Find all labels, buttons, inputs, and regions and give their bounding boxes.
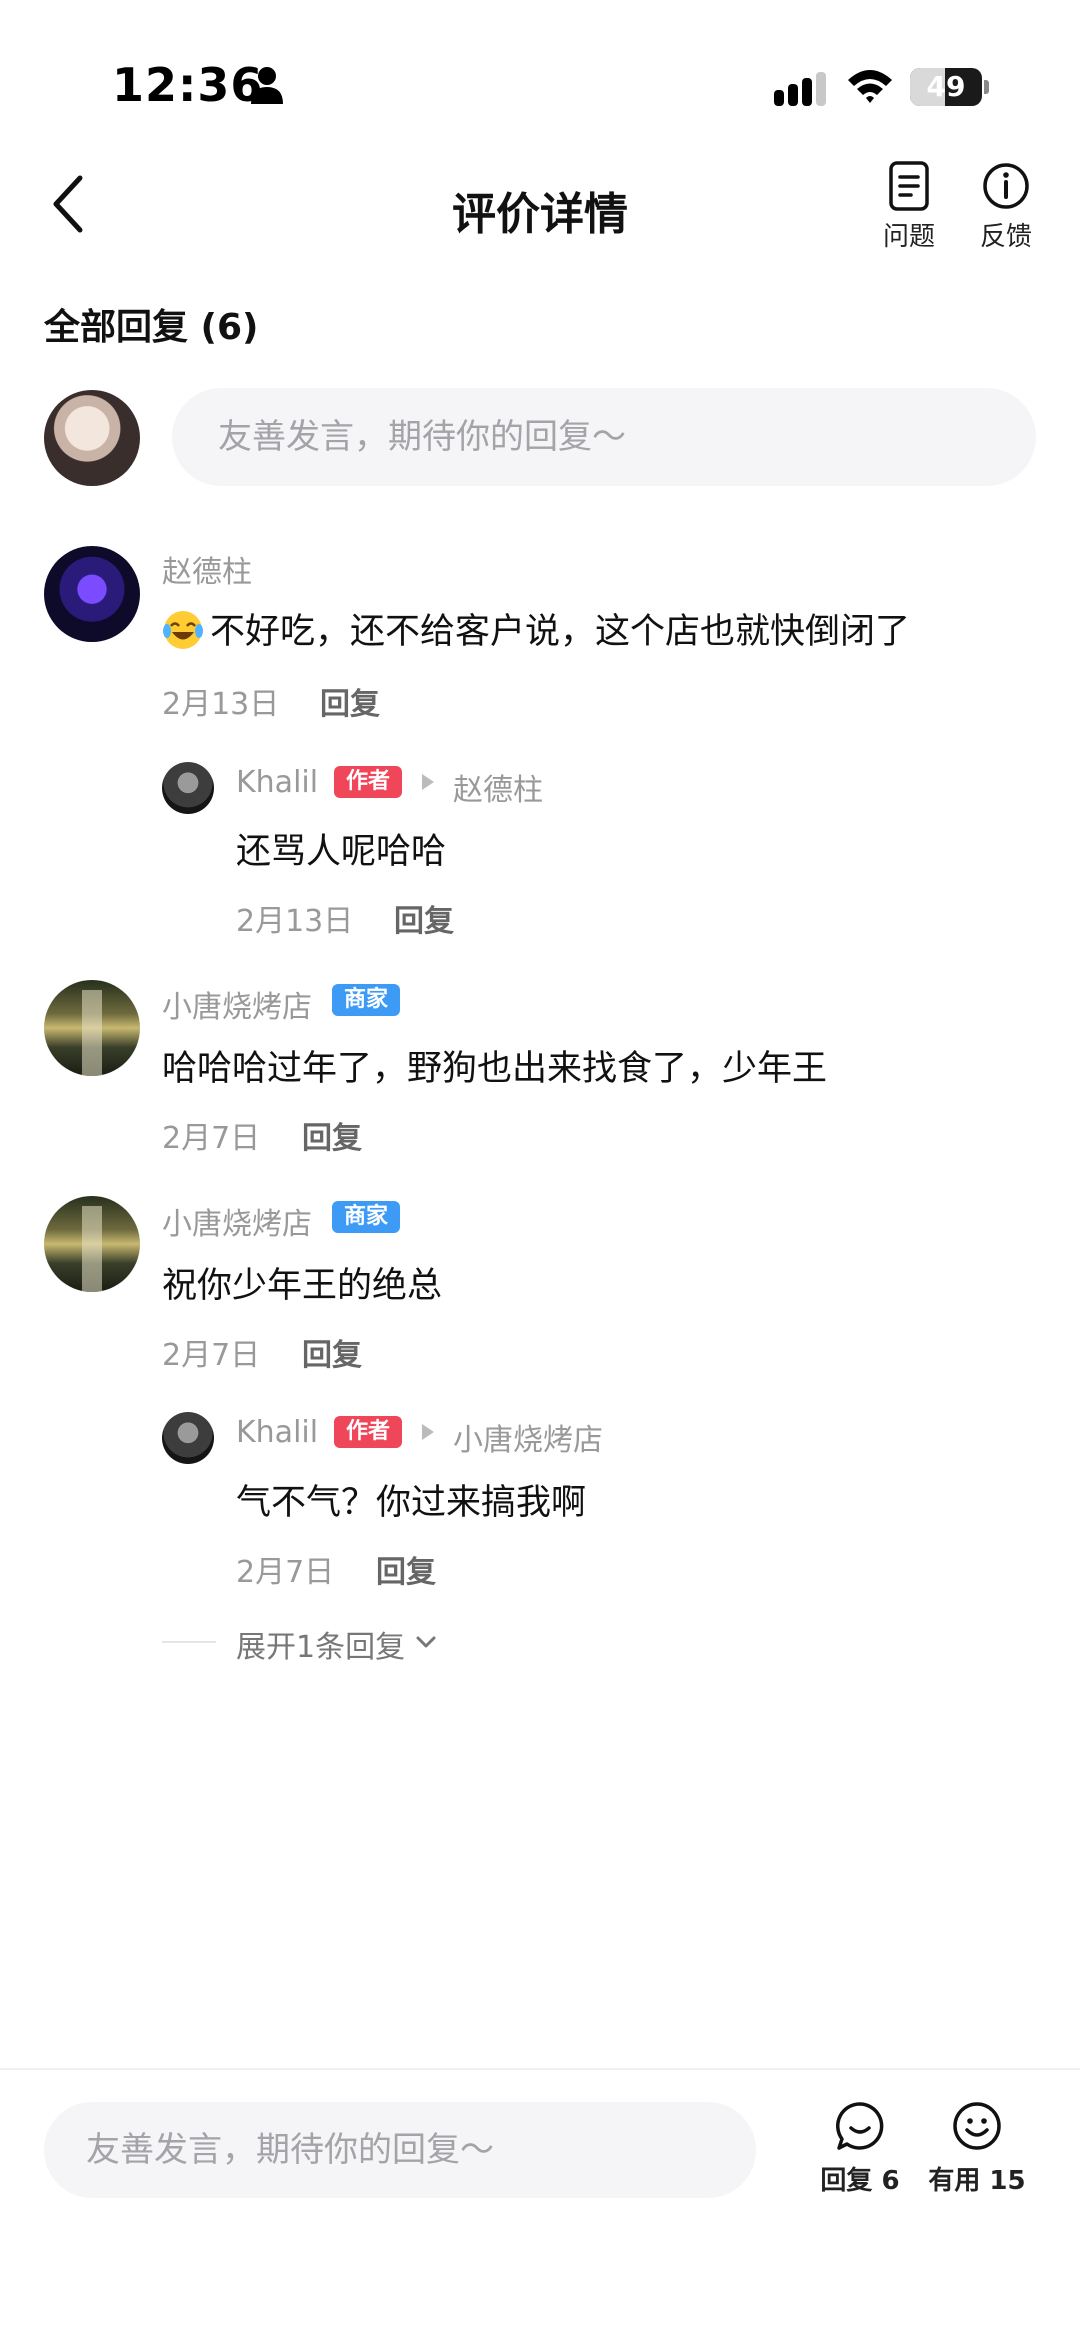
status-time: 12:36 [112, 58, 264, 112]
comment-date: 2月7日 [162, 1338, 261, 1373]
avatar[interactable] [162, 1412, 214, 1464]
feedback-button[interactable]: 反馈 [961, 160, 1051, 260]
comment-date: 2月7日 [162, 1121, 261, 1156]
commenter-name[interactable]: Khalil [236, 1415, 318, 1450]
battery-indicator: 49 [910, 68, 982, 106]
reply-count-label: 回复 6 [820, 2166, 900, 2196]
feedback-label: 反馈 [979, 222, 1032, 252]
reply-input[interactable]: 友善发言，期待你的回复～ [172, 388, 1036, 486]
comment-text: 不好吃，还不给客户说，这个店也就快倒闭了 [162, 603, 910, 654]
commenter-name[interactable]: Khalil [236, 765, 318, 800]
reply-target-name[interactable]: 赵德柱 [453, 765, 543, 809]
comment-text: 哈哈哈过年了，野狗也出来找食了，少年王 [162, 1049, 828, 1089]
merchant-badge: 商家 [332, 984, 401, 1016]
comment-text-body: 不好吃，还不给客户说，这个店也就快倒闭了 [210, 612, 911, 652]
comment-date: 2月13日 [236, 904, 354, 939]
commenter-name[interactable]: 小唐烧烤店 [162, 982, 312, 1026]
laughing-crying-emoji-icon [163, 611, 203, 649]
comment-bubble-icon [836, 2102, 884, 2150]
reply-target-name[interactable]: 小唐烧烤店 [453, 1415, 603, 1459]
all-replies-heading: 全部回复 (6) [44, 307, 259, 348]
reply-arrow-icon [422, 774, 434, 790]
wifi-icon [848, 70, 892, 103]
author-badge: 作者 [334, 766, 403, 798]
battery-text: 49 [926, 70, 966, 103]
merchant-badge: 商家 [332, 1201, 401, 1233]
avatar[interactable] [44, 546, 140, 642]
reply-count-button[interactable]: 回复 6 [795, 2100, 925, 2197]
status-bar: 12:36 49 [0, 0, 1080, 150]
info-icon [983, 163, 1029, 209]
bottom-divider [0, 2068, 1080, 2070]
commenter-name[interactable]: 小唐烧烤店 [162, 1199, 312, 1243]
useful-button[interactable]: 有用 15 [912, 2100, 1042, 2197]
expand-divider [162, 1641, 216, 1643]
reply-button[interactable]: 回复 [394, 896, 454, 940]
question-button[interactable]: 问题 [864, 160, 954, 260]
my-avatar [44, 390, 140, 486]
comment-date: 2月7日 [236, 1555, 335, 1590]
comment-text: 祝你少年王的绝总 [162, 1266, 443, 1306]
question-label: 问题 [882, 222, 935, 252]
chevron-down-icon[interactable] [414, 1630, 438, 1654]
useful-count-label: 有用 15 [928, 2166, 1026, 2196]
reply-button[interactable]: 回复 [320, 679, 380, 723]
bottom-reply-input[interactable]: 友善发言，期待你的回复～ [44, 2102, 756, 2198]
cellular-signal-icon [774, 72, 826, 106]
reply-button[interactable]: 回复 [302, 1113, 362, 1157]
reply-arrow-icon [422, 1424, 434, 1440]
person-icon [251, 67, 283, 104]
avatar[interactable] [44, 1196, 140, 1292]
reply-button[interactable]: 回复 [302, 1330, 362, 1374]
expand-replies-button[interactable]: 展开1条回复 [236, 1622, 405, 1666]
commenter-name[interactable]: 赵德柱 [162, 547, 252, 591]
avatar[interactable] [162, 762, 214, 814]
battery-nub [984, 80, 989, 94]
reply-button[interactable]: 回复 [376, 1547, 436, 1591]
comment-text: 气不气？你过来搞我啊 [236, 1483, 587, 1523]
avatar[interactable] [44, 980, 140, 1076]
comment-text: 还骂人呢哈哈 [236, 832, 447, 872]
author-badge: 作者 [334, 1416, 403, 1448]
document-icon [889, 161, 929, 211]
smile-icon [953, 2102, 1001, 2150]
comment-date: 2月13日 [162, 687, 280, 722]
